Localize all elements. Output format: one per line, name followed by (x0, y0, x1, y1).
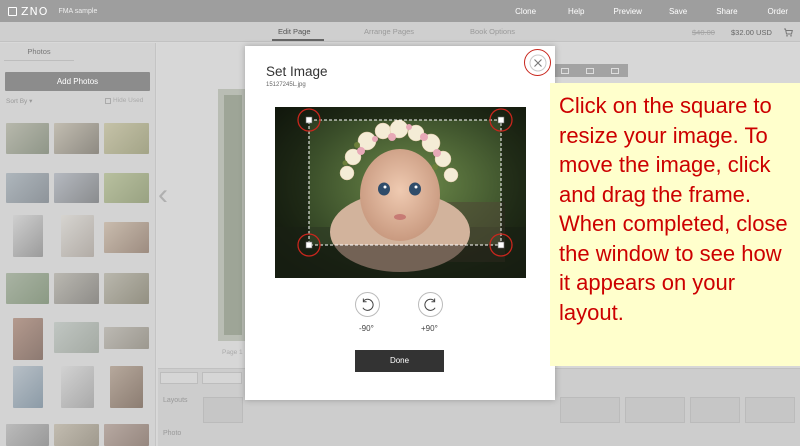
tab-photos[interactable]: Photos (4, 43, 74, 61)
rotate-right-icon[interactable] (418, 292, 443, 317)
photo-thumbnail[interactable] (54, 273, 99, 304)
layout-option[interactable] (690, 397, 740, 423)
preview-button[interactable]: Preview (614, 7, 642, 16)
logo-mark-icon (8, 6, 17, 16)
photo-thumbnail[interactable] (13, 366, 43, 408)
photo-thumbnail[interactable] (104, 273, 149, 304)
photo-thumbnail[interactable] (54, 173, 99, 203)
toolbar-icon[interactable] (585, 67, 594, 74)
sort-by-dropdown[interactable]: Sort By ▾ (6, 97, 32, 105)
photo-thumbnail[interactable] (61, 215, 94, 257)
photo-thumbnail[interactable] (6, 273, 49, 304)
project-name: FMA sample (58, 7, 98, 15)
layouts-label: Layouts (163, 397, 188, 404)
sub-bar: Edit Page Arrange Pages Book Options $40… (0, 22, 800, 42)
page-nav-control[interactable] (160, 372, 198, 384)
instruction-callout: Click on the square to resize your image… (550, 83, 800, 366)
rotate-right-label: +90° (421, 324, 438, 333)
photo-thumbnail[interactable] (6, 173, 49, 203)
photo-thumbnail[interactable] (61, 366, 94, 408)
page-preview[interactable] (218, 89, 248, 341)
rotate-left-icon[interactable] (355, 292, 380, 317)
logo[interactable]: ZNO (8, 5, 48, 18)
layout-option[interactable] (560, 397, 620, 423)
tab-arrange-pages[interactable]: Arrange Pages (364, 27, 414, 36)
photo-thumbnail[interactable] (13, 318, 43, 360)
done-button[interactable]: Done (355, 350, 444, 372)
photo-thumbnail[interactable] (104, 222, 149, 253)
chevron-left-icon[interactable]: ‹ (158, 180, 168, 210)
order-button[interactable]: Order (768, 7, 788, 16)
cart-icon[interactable] (783, 27, 793, 37)
top-nav: Clone Help Preview Save Share Order (515, 0, 788, 22)
photo-thumbnail[interactable] (104, 123, 149, 154)
crop-image-area[interactable] (275, 107, 526, 278)
share-button[interactable]: Share (716, 7, 737, 16)
photo-thumbnail[interactable] (104, 327, 149, 349)
layout-option[interactable] (745, 397, 795, 423)
image-filename: 15127245L.jpg (266, 82, 306, 88)
toolbar-icon[interactable] (611, 67, 620, 74)
layout-option[interactable] (625, 397, 685, 423)
clone-button[interactable]: Clone (515, 7, 536, 16)
page-label: Page 1 (222, 349, 243, 356)
modal-title: Set Image (266, 64, 328, 79)
tab-book-options[interactable]: Book Options (470, 27, 515, 36)
active-tab-indicator (272, 39, 324, 41)
save-button[interactable]: Save (669, 7, 687, 16)
photo-thumbnail[interactable] (6, 424, 49, 446)
rotate-left-label: -90° (359, 324, 374, 333)
layout-option[interactable] (203, 397, 243, 423)
toolbar-icon[interactable] (560, 67, 569, 74)
photo-thumbnail[interactable] (54, 322, 99, 353)
photo-thumbnail[interactable] (104, 424, 149, 446)
set-image-modal: Set Image 15127245L.jpg -90° +90° Done (245, 46, 555, 400)
close-icon[interactable] (529, 54, 547, 72)
help-button[interactable]: Help (568, 7, 584, 16)
tab-edit-page[interactable]: Edit Page (278, 27, 311, 36)
editor-app: ZNO FMA sample Clone Help Preview Save S… (0, 0, 800, 446)
checkbox-icon (105, 97, 111, 104)
photo-label: Photo (163, 430, 182, 437)
photo-thumbnail[interactable] (13, 215, 43, 257)
photo-thumbnail[interactable] (6, 123, 49, 154)
add-photos-button[interactable]: Add Photos (5, 72, 150, 91)
page-select[interactable] (202, 372, 242, 384)
logo-text: ZNO (21, 4, 49, 18)
top-bar: ZNO FMA sample Clone Help Preview Save S… (0, 0, 800, 22)
price: $32.00 USD (731, 28, 772, 37)
old-price: $40.00 (692, 28, 715, 37)
instruction-text: Click on the square to resize your image… (559, 93, 788, 325)
photo-thumbnail[interactable] (54, 424, 99, 446)
photo-thumbnail[interactable] (104, 173, 149, 203)
photo-thumbnail[interactable] (110, 366, 143, 408)
photo-thumbnail[interactable] (54, 123, 99, 154)
hide-used-label: Hide Used (113, 97, 144, 104)
page-toolbar (552, 64, 628, 77)
hide-used-checkbox[interactable]: Hide Used (105, 97, 143, 104)
